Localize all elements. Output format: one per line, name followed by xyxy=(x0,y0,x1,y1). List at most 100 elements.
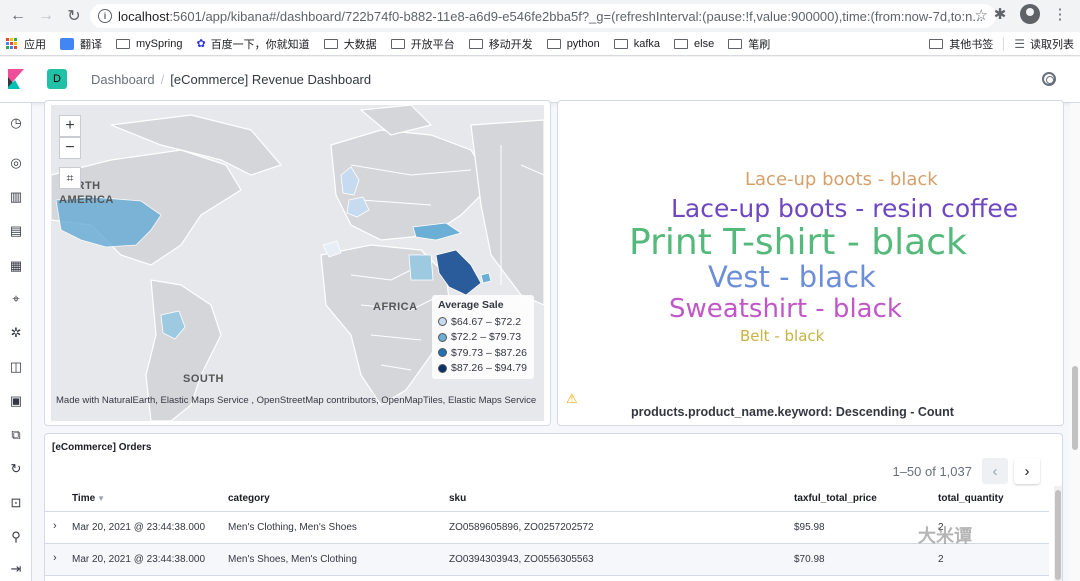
map-attribution: Made with NaturalEarth, Elastic Maps Ser… xyxy=(56,395,537,406)
visualize-chart-icon[interactable]: ▥ xyxy=(8,189,24,205)
bookmark-folder[interactable]: python xyxy=(546,38,600,50)
expand-row-icon[interactable]: › xyxy=(53,552,57,564)
legend-label: $79.73 – $87.26 xyxy=(451,346,527,359)
maps-icon[interactable]: ⌖ xyxy=(8,291,24,307)
bookmark-folder[interactable]: 开放平台 xyxy=(390,36,455,52)
map-label-south: SOUTH xyxy=(183,373,224,385)
folder-icon xyxy=(929,39,944,49)
fit-bounds-crop-icon[interactable]: ⌗ xyxy=(59,167,81,189)
bookmark-apps[interactable]: 应用 xyxy=(6,36,46,52)
map-legend: Average Sale $64.67 – $72.2 $72.2 – $79.… xyxy=(432,295,534,379)
bookmark-translate[interactable]: 翻译 xyxy=(60,36,102,52)
bookmark-folder[interactable]: 大数据 xyxy=(323,36,377,52)
reload-icon[interactable]: ↻ xyxy=(62,4,86,28)
discover-compass-icon[interactable]: ◎ xyxy=(8,155,24,171)
bookmark-folder[interactable]: 笔刷 xyxy=(728,36,770,52)
bookmark-label: 读取列表 xyxy=(1030,39,1074,51)
bookmark-folder[interactable]: mySpring xyxy=(116,38,182,50)
scrollbar-thumb[interactable] xyxy=(1072,366,1078,450)
canvas-icon[interactable]: ▦ xyxy=(8,258,24,274)
folder-icon xyxy=(116,38,130,49)
help-icon[interactable] xyxy=(1042,72,1056,86)
column-header-time[interactable]: Time ▼ xyxy=(72,493,105,504)
extensions-icon[interactable]: ✱ xyxy=(990,4,1010,24)
sort-down-icon[interactable]: ▼ xyxy=(97,494,105,503)
scrollbar-thumb[interactable] xyxy=(1055,490,1061,580)
infrastructure-icon[interactable]: ◫ xyxy=(8,359,24,375)
warning-icon[interactable]: ⚠ xyxy=(566,391,578,407)
reading-list[interactable]: ☰ 读取列表 xyxy=(1014,36,1074,52)
profile-avatar[interactable] xyxy=(1020,4,1040,24)
legend-dot xyxy=(438,332,447,342)
region-uae[interactable] xyxy=(480,272,492,284)
cloud-word[interactable]: Lace-up boots - black xyxy=(745,169,938,190)
dev-tools-icon[interactable]: ⚲ xyxy=(8,529,24,545)
browser-toolbar: ← → ↻ i localhost:5601/app/kibana#/dashb… xyxy=(0,0,1080,32)
folder-icon xyxy=(674,38,689,49)
pagination-count: 1–50 of 1,037 xyxy=(892,463,972,479)
next-page-button[interactable]: › xyxy=(1014,458,1040,484)
cell-quantity: 2 xyxy=(938,554,944,565)
region-egypt[interactable] xyxy=(408,254,434,281)
watermark: 大米谭 xyxy=(918,526,972,546)
folder-icon xyxy=(728,38,743,49)
folder-icon xyxy=(323,38,338,49)
cell-time: Mar 20, 2021 @ 23:44:38.000 xyxy=(72,522,206,533)
table-row[interactable]: › Mar 20, 2021 @ 23:44:38.000 Men's Clot… xyxy=(45,512,1049,544)
cloud-word[interactable]: Belt - black xyxy=(740,327,824,345)
logs-icon[interactable]: ▣ xyxy=(8,393,24,409)
region-map[interactable]: NORTH AMERICA AFRICA SOUTH + − ⌗ Average… xyxy=(51,105,544,421)
translate-icon xyxy=(60,37,74,50)
folder-icon xyxy=(468,38,483,49)
column-header-category[interactable]: category xyxy=(228,493,270,504)
bookmark-baidu[interactable]: ✿ 百度一下，你就知道 xyxy=(196,36,309,52)
column-header-sku[interactable]: sku xyxy=(449,493,466,504)
zoom-out-button[interactable]: − xyxy=(59,137,81,159)
ml-icon[interactable]: ✲ xyxy=(8,325,24,341)
bookmark-label: 移动开发 xyxy=(488,38,533,51)
column-header-quantity[interactable]: total_quantity xyxy=(938,493,1004,504)
cloud-word[interactable]: Lace-up boots - resin coffee xyxy=(671,194,1018,223)
legend-item: $72.2 – $79.73 xyxy=(438,330,528,346)
breadcrumb-dashboard[interactable]: Dashboard xyxy=(91,72,155,87)
column-header-price[interactable]: taxful_total_price xyxy=(794,493,877,504)
space-avatar[interactable]: D xyxy=(47,69,67,89)
zoom-in-button[interactable]: + xyxy=(59,115,81,137)
page-scrollbar[interactable] xyxy=(1070,103,1080,581)
bookmark-label: 开放平台 xyxy=(410,38,455,51)
orders-panel: [eCommerce] Orders 1–50 of 1,037 ‹ › Tim… xyxy=(44,433,1063,581)
bookmark-label: 翻译 xyxy=(80,38,102,51)
bookmark-folder[interactable]: kafka xyxy=(613,38,660,50)
tag-cloud-label: products.product_name.keyword: Descendin… xyxy=(631,405,954,419)
prev-page-button[interactable]: ‹ xyxy=(982,458,1008,484)
bookmark-label: 大数据 xyxy=(343,38,377,51)
back-icon[interactable]: ← xyxy=(6,4,30,28)
menu-kebab-icon[interactable]: ⋮ xyxy=(1050,4,1070,24)
bookmark-other[interactable]: 其他书签 xyxy=(929,36,993,52)
forward-icon[interactable]: → xyxy=(34,4,58,28)
legend-label: $64.67 – $72.2 xyxy=(451,315,522,328)
kibana-logo-icon[interactable] xyxy=(8,69,24,89)
table-header: Time ▼ category sku taxful_total_price to… xyxy=(45,484,1049,512)
dashboard-icon[interactable]: ▤ xyxy=(8,223,24,239)
info-icon[interactable]: i xyxy=(98,9,112,23)
table-row[interactable]: › Mar 20, 2021 @ 23:44:38.000 Men's Shoe… xyxy=(45,544,1049,576)
tag-cloud-panel: Lace-up boots - black Lace-up boots - re… xyxy=(557,100,1064,426)
collapse-nav-icon[interactable]: ⇥ xyxy=(8,561,24,577)
address-bar[interactable]: i localhost:5601/app/kibana#/dashboard/7… xyxy=(90,4,996,28)
table-scrollbar[interactable] xyxy=(1054,486,1062,581)
security-lock-icon[interactable]: ⊡ xyxy=(8,495,24,511)
bookmark-label: 其他书签 xyxy=(949,39,994,51)
cloud-word[interactable]: Vest - black xyxy=(708,260,876,294)
uptime-icon[interactable]: ↻ xyxy=(8,461,24,477)
recent-clock-icon[interactable]: ◷ xyxy=(8,115,24,131)
bookmark-folder[interactable]: else xyxy=(674,38,714,50)
folder-icon xyxy=(390,38,405,49)
bookmark-folder[interactable]: 移动开发 xyxy=(468,36,533,52)
bookmark-star-icon[interactable]: ☆ xyxy=(975,6,988,24)
cloud-word[interactable]: Print T-shirt - black xyxy=(629,222,967,263)
legend-item: $87.26 – $94.79 xyxy=(438,361,528,377)
cloud-word[interactable]: Sweatshirt - black xyxy=(669,294,902,324)
apm-icon[interactable]: ⧉ xyxy=(8,427,24,443)
expand-row-icon[interactable]: › xyxy=(53,520,57,532)
